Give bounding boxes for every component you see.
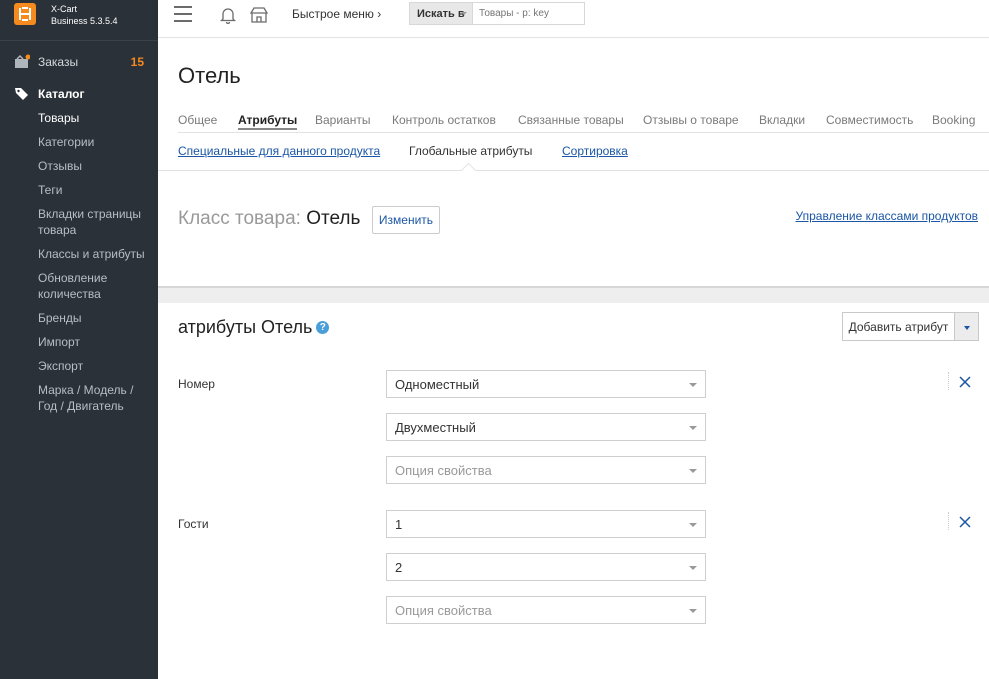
option-value: Двухместный (395, 420, 476, 435)
sidebar-subitem-categories[interactable]: Категории (38, 134, 150, 150)
sidebar-subitem-reviews[interactable]: Отзывы (38, 158, 150, 174)
tab-attributes[interactable]: Атрибуты (238, 113, 298, 130)
chevron-down-icon (689, 609, 697, 613)
sidebar-subitem-update-quantity[interactable]: Обновление количества (38, 270, 150, 302)
tab-inventory[interactable]: Контроль остатков (392, 113, 496, 127)
attribute-option-select[interactable]: Двухместный (386, 413, 706, 441)
tab-product-reviews[interactable]: Отзывы о товаре (643, 113, 739, 127)
tab-general[interactable]: Общее (178, 113, 217, 127)
help-icon[interactable]: ? (316, 320, 330, 334)
subtab-product-specific[interactable]: Специальные для данного продукта (178, 144, 380, 158)
sidebar-subitem-tags[interactable]: Теги (38, 182, 150, 198)
menu-icon[interactable] (174, 6, 192, 22)
chevron-down-icon (689, 566, 697, 570)
subtabs-divider (158, 170, 989, 171)
attribute-option-select[interactable]: Одноместный (386, 370, 706, 398)
remove-attribute-icon[interactable] (948, 372, 971, 392)
sidebar-item-catalog[interactable]: Каталог (0, 82, 158, 106)
subtab-global-attributes[interactable]: Глобальные атрибуты (409, 144, 532, 158)
option-placeholder: Опция свойства (395, 603, 492, 618)
page-title: Отель (178, 63, 241, 88)
attributes-section-title: атрибуты Отель? (178, 317, 330, 338)
tab-variants[interactable]: Варианты (315, 113, 370, 127)
sidebar-item-orders[interactable]: Заказы 15 (0, 50, 158, 74)
app-version: Business 5.3.5.4 (51, 16, 118, 26)
attribute-option-select[interactable]: 1 (386, 510, 706, 538)
logo-area[interactable]: X-Cart Business 5.3.5.4 (0, 0, 158, 41)
tab-related-products[interactable]: Связанные товары (518, 113, 624, 127)
orders-count-badge: 15 (130, 55, 144, 69)
sidebar-subitem-brands[interactable]: Бренды (38, 310, 150, 326)
option-value: 2 (395, 560, 403, 575)
remove-attribute-icon[interactable] (948, 512, 971, 532)
attributes-title-text: атрибуты Отель (178, 317, 313, 337)
add-attribute-dropdown-toggle[interactable] (954, 312, 979, 341)
active-subtab-pointer (460, 162, 477, 179)
app-name: X-Cart Business 5.3.5.4 (51, 3, 118, 27)
section-separator (158, 286, 989, 303)
option-value: Одноместный (395, 377, 480, 392)
storefront-icon[interactable] (249, 6, 269, 29)
product-class-value: Отель (306, 208, 361, 229)
manage-product-classes-link[interactable]: Управление классами продуктов (796, 209, 978, 223)
attribute-option-new-select[interactable]: Опция свойства (386, 456, 706, 484)
quick-menu[interactable]: Быстрое меню › (292, 7, 381, 21)
tab-compatibility[interactable]: Совместимость (826, 113, 913, 127)
tabs-divider (178, 132, 989, 133)
sidebar-item-label: Заказы (38, 55, 79, 69)
sidebar: X-Cart Business 5.3.5.4 Заказы 15 Катало… (0, 0, 158, 679)
attribute-name: Номер (178, 377, 215, 391)
tab-tabs[interactable]: Вкладки (759, 113, 805, 127)
tags-icon (14, 86, 30, 102)
tab-booking[interactable]: Booking (932, 113, 975, 127)
sidebar-subitem-products[interactable]: Товары (38, 110, 150, 126)
chevron-down-icon (689, 383, 697, 387)
product-class-heading: Класс товара: Отель (178, 208, 360, 230)
attribute-name: Гости (178, 517, 209, 531)
sidebar-subitem-product-tabs[interactable]: Вкладки страницы товара (38, 206, 150, 238)
top-bar: Быстрое меню › Искать в (158, 0, 989, 38)
xcart-logo-icon (14, 3, 36, 25)
app-name-line1: X-Cart (51, 4, 78, 14)
option-value: 1 (395, 517, 403, 532)
sidebar-subitem-make-model-year[interactable]: Марка / Модель / Год / Двигатель (38, 382, 150, 414)
sidebar-item-label: Каталог (38, 87, 85, 101)
sidebar-subitem-import[interactable]: Импорт (38, 334, 150, 350)
chevron-down-icon (689, 469, 697, 473)
product-class-label: Класс товара: (178, 208, 301, 229)
change-class-button[interactable]: Изменить (372, 206, 440, 234)
subtab-sorting[interactable]: Сортировка (562, 144, 628, 158)
search-scope-dropdown[interactable]: Искать в (409, 2, 473, 25)
bell-icon[interactable] (219, 6, 237, 29)
orders-icon (14, 54, 31, 70)
chevron-down-icon (689, 523, 697, 527)
add-attribute-button[interactable]: Добавить атрибут (842, 312, 955, 341)
chevron-down-icon (689, 426, 697, 430)
search-input[interactable] (473, 2, 585, 25)
caret-down-icon (964, 326, 970, 330)
option-placeholder: Опция свойства (395, 463, 492, 478)
chevron-down-icon (461, 12, 467, 15)
attribute-option-select[interactable]: 2 (386, 553, 706, 581)
search-scope-label: Искать в (417, 8, 465, 20)
sidebar-subitem-classes-attributes[interactable]: Классы и атрибуты (38, 246, 150, 262)
main-content: Отель Общее Атрибуты Варианты Контроль о… (158, 38, 989, 679)
attribute-option-new-select[interactable]: Опция свойства (386, 596, 706, 624)
sidebar-subitem-export[interactable]: Экспорт (38, 358, 150, 374)
